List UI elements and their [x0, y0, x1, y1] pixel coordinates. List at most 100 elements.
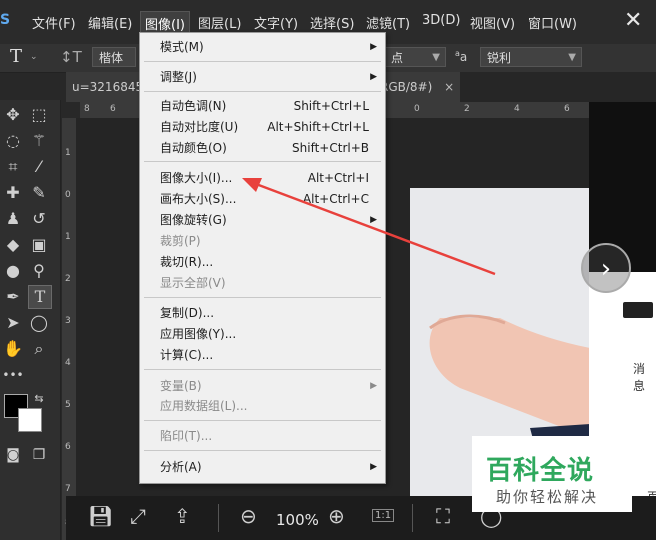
screen-mode-icon[interactable]: ❐	[28, 444, 50, 466]
lasso-tool-icon[interactable]: ◌	[2, 130, 24, 152]
eyedropper-icon[interactable]: ⁄	[28, 156, 50, 178]
menu-item-auto-tone[interactable]: 自动色调(N) Shift+Ctrl+L	[140, 96, 385, 116]
antialias-select[interactable]: 锐利 ▼	[480, 47, 582, 67]
menu-select[interactable]: 选择(S)	[310, 13, 354, 32]
actual-pixels-button[interactable]: 1:1	[372, 509, 395, 522]
menu-item-trap[interactable]: 陷印(T)...	[140, 426, 385, 446]
submenu-arrow-icon: ▶	[370, 72, 377, 82]
menu-item-crop[interactable]: 裁剪(P)	[140, 231, 385, 251]
menu-item-duplicate[interactable]: 复制(D)...	[140, 303, 385, 323]
path-selection-icon[interactable]: ➤	[2, 312, 24, 334]
close-icon[interactable]: ✕	[624, 8, 642, 33]
pen-tool-icon[interactable]: ✒	[2, 286, 24, 308]
blur-tool-icon[interactable]: ●	[2, 260, 24, 282]
resize-icon[interactable]: ⤢	[130, 504, 146, 528]
menu-item-image-rotation[interactable]: 图像旋转(G) ▶	[140, 210, 385, 230]
zoom-tool-icon[interactable]: ⌕	[28, 338, 50, 360]
ellipse-tool-icon[interactable]: ◯	[28, 312, 50, 334]
crop-tool-icon[interactable]: ⌗	[2, 156, 24, 178]
next-arrow-button[interactable]: ›	[581, 243, 631, 293]
type-tool-icon[interactable]: T	[28, 285, 52, 309]
ruler-label: 7	[65, 484, 71, 494]
menu-3d[interactable]: 3D(D)	[422, 13, 460, 28]
menu-item-adjustments[interactable]: 调整(J) ▶	[140, 67, 385, 87]
submenu-arrow-icon: ▶	[370, 42, 377, 52]
ruler-label: 1	[65, 148, 71, 158]
ruler-label: 0	[414, 104, 420, 114]
submenu-arrow-icon: ▶	[370, 462, 377, 472]
marquee-tool-icon[interactable]: ⬚	[28, 104, 50, 126]
menu-item-apply-data-set[interactable]: 应用数据组(L)...	[140, 396, 385, 416]
toolbox: ✥ ⬚ ◌ ⚚ ⌗ ⁄ ✚ ✎ ♟ ↺ ◆ ▣ ● ⚲ ✒ T ➤ ◯ ✋ ⌕ …	[0, 100, 61, 540]
menu-edit[interactable]: 编辑(E)	[88, 13, 132, 32]
tab-close-icon[interactable]: ×	[444, 80, 454, 94]
chevron-down-icon[interactable]: ⌄	[30, 52, 38, 62]
gradient-tool-icon[interactable]: ▣	[28, 234, 50, 256]
chevron-down-icon: ▼	[568, 52, 576, 63]
move-tool-icon[interactable]: ✥	[2, 104, 24, 126]
document-tab[interactable]: u=32168452	[66, 72, 151, 102]
background-color-swatch[interactable]	[18, 408, 42, 432]
menu-item-image-size[interactable]: 图像大小(I)... Alt+Ctrl+I	[140, 168, 385, 188]
type-tool-icon[interactable]: T	[10, 46, 22, 67]
menu-separator	[144, 161, 381, 162]
fit-screen-icon[interactable]: ⛶	[436, 504, 450, 528]
menu-item-apply-image[interactable]: 应用图像(Y)...	[140, 324, 385, 344]
document-tab-title-fragment[interactable]: RGB/8#) ×	[380, 72, 460, 102]
menu-file[interactable]: 文件(F)	[32, 13, 76, 32]
text-orientation-icon[interactable]: ↕T	[60, 48, 82, 66]
watermark-logo: 百科全说 助你轻松解决	[472, 436, 632, 512]
menu-view[interactable]: 视图(V)	[470, 13, 515, 32]
zoom-level: 100%	[276, 511, 319, 529]
ruler-label: 2	[464, 104, 470, 114]
healing-brush-icon[interactable]: ✚	[2, 182, 24, 204]
menu-separator	[144, 61, 381, 62]
dodge-tool-icon[interactable]: ⚲	[28, 260, 50, 282]
menu-window[interactable]: 窗口(W)	[528, 13, 577, 32]
menu-item-analysis[interactable]: 分析(A) ▶	[140, 457, 385, 477]
image-menu-dropdown: 模式(M) ▶ 调整(J) ▶ 自动色调(N) Shift+Ctrl+L 自动对比度(…	[139, 32, 386, 484]
menu-separator	[144, 420, 381, 421]
menu-item-reveal-all[interactable]: 显示全部(V)	[140, 273, 385, 293]
quick-mask-icon[interactable]: ◙	[2, 444, 24, 466]
clone-stamp-icon[interactable]: ♟	[2, 208, 24, 230]
ruler-label: 4	[514, 104, 520, 114]
font-size-unit: 点	[391, 51, 404, 65]
menu-item-auto-color[interactable]: 自动颜色(O) Shift+Ctrl+B	[140, 138, 385, 158]
watermark-subtitle: 助你轻松解决	[496, 488, 599, 506]
history-brush-icon[interactable]: ↺	[28, 208, 50, 230]
font-size-select[interactable]: 点 ▼	[384, 47, 446, 67]
save-icon[interactable]: 💾︎	[88, 504, 113, 528]
menu-item-mode[interactable]: 模式(M) ▶	[140, 37, 385, 57]
eraser-tool-icon[interactable]: ◆	[2, 234, 24, 256]
ruler-label: 4	[65, 358, 71, 368]
menu-layer[interactable]: 图层(L)	[198, 13, 241, 32]
font-family-select[interactable]: 楷体	[92, 47, 136, 67]
ruler-label: 2	[65, 274, 71, 284]
menu-item-trim[interactable]: 裁切(R)...	[140, 252, 385, 272]
divider	[412, 504, 413, 532]
menu-separator	[144, 450, 381, 451]
menu-item-variables[interactable]: 变量(B) ▶	[140, 376, 385, 396]
ruler-label: 5	[65, 400, 71, 410]
brush-tool-icon[interactable]: ✎	[28, 182, 50, 204]
menu-filter[interactable]: 滤镜(T)	[366, 13, 410, 32]
more-tools-icon[interactable]: •••	[2, 364, 24, 386]
submenu-arrow-icon: ▶	[370, 381, 377, 391]
antialias-value: 锐利	[487, 51, 512, 65]
menu-type[interactable]: 文字(Y)	[254, 13, 298, 32]
ruler-label: 0	[65, 190, 71, 200]
submenu-arrow-icon: ▶	[370, 215, 377, 225]
share-icon[interactable]: ⇪	[174, 504, 191, 528]
ruler-label: 1	[65, 232, 71, 242]
menu-item-calculations[interactable]: 计算(C)...	[140, 345, 385, 365]
zoom-in-icon[interactable]: ⊕	[328, 504, 345, 528]
menu-item-auto-contrast[interactable]: 自动对比度(U) Alt+Shift+Ctrl+L	[140, 117, 385, 137]
zoom-out-icon[interactable]: ⊖	[240, 504, 257, 528]
hand-tool-icon[interactable]: ✋	[2, 338, 24, 360]
magic-wand-icon[interactable]: ⚚	[28, 130, 50, 152]
menu-item-canvas-size[interactable]: 画布大小(S)... Alt+Ctrl+C	[140, 189, 385, 209]
swap-colors-icon[interactable]: ⇆	[28, 388, 50, 410]
ruler-label: 6	[564, 104, 570, 114]
chevron-right-icon: ›	[600, 254, 612, 284]
